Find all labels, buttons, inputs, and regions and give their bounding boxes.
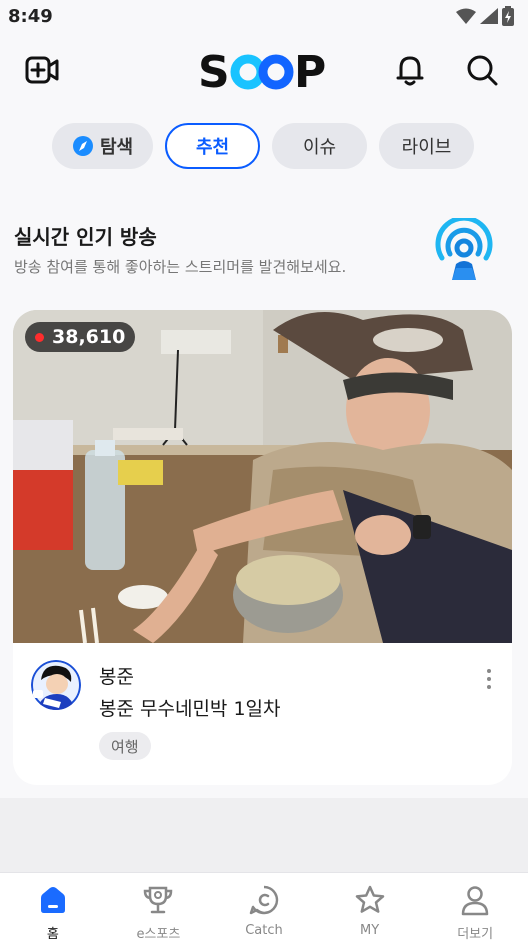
catch-icon: [247, 883, 281, 917]
signal-icon: [480, 8, 498, 24]
nav-my[interactable]: MY: [317, 873, 423, 946]
nav-more[interactable]: 더보기: [422, 873, 528, 946]
notifications-button[interactable]: [390, 50, 430, 90]
live-stream-card[interactable]: 38,610 봉준 봉준 무수네민박 1일차 여행: [13, 310, 512, 785]
tab-explore[interactable]: 탐색: [52, 123, 153, 169]
broadcast-icon: [435, 218, 493, 280]
nav-more-label: 더보기: [457, 927, 494, 942]
more-dot-icon: [487, 685, 491, 689]
nav-esports-label: e스포츠: [136, 927, 181, 942]
nav-catch-label: Catch: [245, 923, 283, 938]
svg-text:P: P: [294, 48, 326, 94]
category-tag[interactable]: 여행: [99, 732, 151, 760]
battery-icon: [502, 6, 514, 26]
viewer-count: 38,610: [52, 326, 126, 348]
nav-catch[interactable]: Catch: [211, 873, 317, 946]
tab-explore-label: 탐색: [99, 137, 134, 158]
category-tabs: 탐색 추천 이슈 라이브: [52, 123, 474, 169]
app-header: S P: [0, 44, 528, 98]
status-icons: [456, 6, 514, 26]
search-button[interactable]: [462, 50, 502, 90]
stream-title[interactable]: 봉준 무수네민박 1일차: [99, 694, 281, 721]
tab-issue[interactable]: 이슈: [272, 123, 367, 169]
nav-home-label: 홈: [46, 927, 59, 942]
tab-live[interactable]: 라이브: [379, 123, 474, 169]
section-subtitle: 방송 참여를 통해 좋아하는 스트리머를 발견해보세요.: [14, 258, 347, 276]
nav-esports[interactable]: e스포츠: [106, 873, 212, 946]
compass-icon: [72, 136, 93, 156]
trophy-icon: [141, 883, 175, 917]
svg-text:S: S: [198, 48, 230, 94]
more-dot-icon: [487, 669, 491, 673]
bottom-nav: 홈 e스포츠 Catch MY 더보기: [0, 872, 528, 946]
streamer-name[interactable]: 봉준: [99, 662, 134, 689]
wifi-icon: [456, 8, 476, 24]
tab-recommend-label: 추천: [195, 137, 230, 158]
status-time: 8:49: [8, 6, 53, 27]
soop-logo[interactable]: S P: [198, 47, 330, 98]
tab-live-label: 라이브: [401, 137, 452, 158]
more-dot-icon: [487, 677, 491, 681]
home-icon: [36, 883, 70, 917]
nav-home[interactable]: 홈: [0, 873, 106, 946]
nav-my-label: MY: [359, 923, 380, 938]
bell-icon: [396, 56, 424, 86]
tab-recommend[interactable]: 추천: [165, 123, 260, 169]
person-icon: [458, 883, 492, 917]
status-bar: 8:49: [0, 0, 528, 34]
search-icon: [467, 55, 498, 86]
tab-issue-label: 이슈: [302, 137, 337, 158]
create-stream-button[interactable]: [22, 50, 62, 90]
live-dot-icon: [35, 332, 44, 342]
streamer-avatar[interactable]: [31, 660, 81, 710]
video-add-icon: [25, 56, 59, 84]
section-title: 실시간 인기 방송: [14, 225, 157, 249]
viewer-count-badge: 38,610: [25, 322, 136, 352]
star-icon: [353, 883, 387, 917]
more-options-button[interactable]: [477, 664, 501, 694]
stream-thumbnail[interactable]: [13, 310, 512, 643]
